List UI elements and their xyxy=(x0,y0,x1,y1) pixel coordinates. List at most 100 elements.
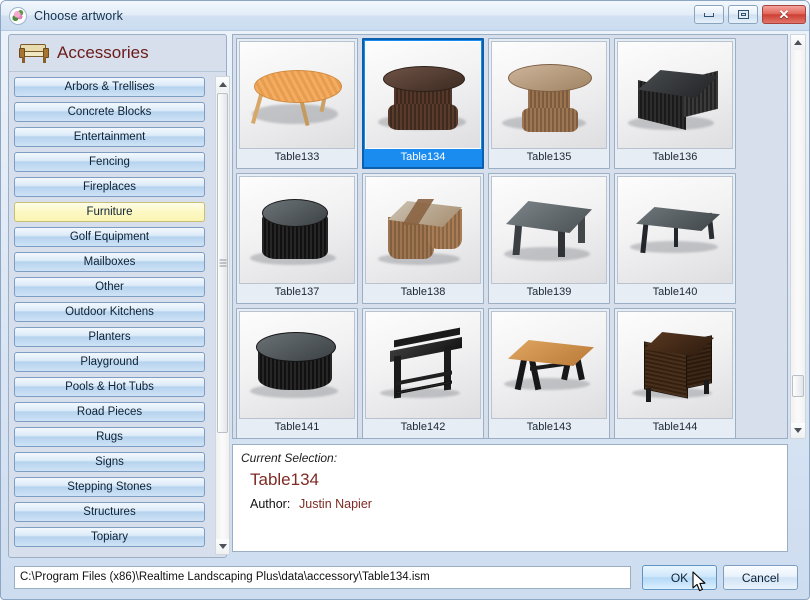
flower-icon xyxy=(9,6,27,25)
minimize-icon xyxy=(704,12,714,17)
black-rect-box-table-art xyxy=(618,42,732,148)
artwork-thumbnail-table134[interactable]: Table134 xyxy=(362,38,484,169)
thumbnail-label: Table141 xyxy=(274,421,320,433)
sidebar-item-stepping-stones[interactable]: Stepping Stones xyxy=(14,477,205,497)
sidebar-item-arbors-trellises[interactable]: Arbors & Trellises xyxy=(14,77,205,97)
tan-wicker-cube-ottoman-art xyxy=(366,177,480,283)
thumbnail-label: Table133 xyxy=(274,151,320,163)
window-controls: ✕ xyxy=(694,5,806,24)
thumbnail-image xyxy=(617,176,733,284)
sofa-icon xyxy=(19,43,49,63)
author-value: Justin Napier xyxy=(299,497,372,511)
thumbnail-image xyxy=(365,41,481,149)
sidebar-item-playground[interactable]: Playground xyxy=(14,352,205,372)
black-oval-ottoman-art xyxy=(240,177,354,283)
category-scroll-down-button[interactable] xyxy=(216,539,229,554)
sidebar-item-entertainment[interactable]: Entertainment xyxy=(14,127,205,147)
thumbnail-label: Table137 xyxy=(274,286,320,298)
grid-scroll-down-button[interactable] xyxy=(791,423,805,438)
grey-stone-coffee-table-art xyxy=(492,177,606,283)
chevron-up-icon xyxy=(794,40,802,45)
category-scroll-up-button[interactable] xyxy=(216,77,229,92)
thumbnail-label: Table139 xyxy=(526,286,572,298)
thumbnail-label: Table138 xyxy=(400,286,446,298)
category-header: Accessories xyxy=(9,35,226,72)
category-panel: Accessories Arbors & Trellises Concrete B… xyxy=(8,34,230,558)
category-title: Accessories xyxy=(57,43,149,62)
grey-long-bench-table-art xyxy=(618,177,732,283)
artwork-thumbnail-table139[interactable]: Table139 xyxy=(488,173,610,304)
sidebar-item-structures[interactable]: Structures xyxy=(14,502,205,522)
sidebar-item-fencing[interactable]: Fencing xyxy=(14,152,205,172)
chevron-down-icon xyxy=(218,544,227,549)
sidebar-item-golf-equipment[interactable]: Golf Equipment xyxy=(14,227,205,247)
grip-icon xyxy=(219,259,226,267)
thumbnail-label: Table144 xyxy=(652,421,698,433)
sidebar-item-topiary[interactable]: Topiary xyxy=(14,527,205,547)
sidebar-item-pools-hot-tubs[interactable]: Pools & Hot Tubs xyxy=(14,377,205,397)
artwork-thumbnail-table140[interactable]: Table140 xyxy=(614,173,736,304)
thumbnail-image xyxy=(239,41,355,149)
close-button[interactable]: ✕ xyxy=(762,5,806,24)
thumbnail-image xyxy=(239,311,355,419)
close-icon: ✕ xyxy=(778,7,790,22)
sidebar-item-fireplaces[interactable]: Fireplaces xyxy=(14,177,205,197)
category-scrollbar-thumb[interactable] xyxy=(217,93,228,433)
artwork-grid-panel: Table133 Table134 Table135 Table136 Table137… xyxy=(232,34,788,439)
artwork-thumbnail-table143[interactable]: Table143 xyxy=(488,308,610,438)
tan-wicker-drum-table-art xyxy=(492,42,606,148)
restore-button[interactable] xyxy=(728,5,758,24)
thumbnail-image xyxy=(491,176,607,284)
artwork-thumbnail-table135[interactable]: Table135 xyxy=(488,38,610,169)
dark-wicker-drum-table-art xyxy=(366,42,480,148)
sidebar-item-signs[interactable]: Signs xyxy=(14,452,205,472)
artwork-grid-scrollbar[interactable] xyxy=(790,34,806,439)
black-console-bar-table-art xyxy=(366,312,480,418)
thumbnail-label: Table142 xyxy=(400,421,446,433)
dark-wood-cabinet-art xyxy=(618,312,732,418)
wood-top-trestle-table-art xyxy=(492,312,606,418)
thumbnail-image xyxy=(491,311,607,419)
thumbnail-image xyxy=(491,41,607,149)
window-title: Choose artwork xyxy=(34,8,123,23)
artwork-thumbnail-table136[interactable]: Table136 xyxy=(614,38,736,169)
grid-scrollbar-thumb[interactable] xyxy=(792,375,804,397)
grid-scroll-up-button[interactable] xyxy=(791,35,805,50)
sidebar-item-rugs[interactable]: Rugs xyxy=(14,427,205,447)
sidebar-item-furniture[interactable]: Furniture xyxy=(14,202,205,222)
title-bar: Choose artwork ✕ xyxy=(1,1,809,31)
black-round-drum-table-art xyxy=(240,312,354,418)
sidebar-item-mailboxes[interactable]: Mailboxes xyxy=(14,252,205,272)
chevron-down-icon xyxy=(794,428,802,433)
category-list: Arbors & Trellises Concrete Blocks Enterta… xyxy=(12,75,207,552)
current-selection-name: Table134 xyxy=(250,470,320,489)
thumbnail-image xyxy=(617,41,733,149)
thumbnail-image xyxy=(365,311,481,419)
ok-button[interactable]: OK xyxy=(642,565,717,590)
thumbnail-image xyxy=(239,176,355,284)
sidebar-item-concrete-blocks[interactable]: Concrete Blocks xyxy=(14,102,205,122)
artwork-thumbnail-table133[interactable]: Table133 xyxy=(236,38,358,169)
artwork-thumbnail-table137[interactable]: Table137 xyxy=(236,173,358,304)
chevron-up-icon xyxy=(218,82,227,87)
thumbnail-image xyxy=(365,176,481,284)
sidebar-item-outdoor-kitchens[interactable]: Outdoor Kitchens xyxy=(14,302,205,322)
thumbnail-label: Table134 xyxy=(400,151,446,163)
thumbnail-image xyxy=(617,311,733,419)
artwork-thumbnail-table142[interactable]: Table142 xyxy=(362,308,484,438)
artwork-thumbnail-table144[interactable]: Table144 xyxy=(614,308,736,438)
current-selection-panel: Current Selection: Table134 Author: Just… xyxy=(232,444,788,552)
sidebar-item-planters[interactable]: Planters xyxy=(14,327,205,347)
artwork-thumbnail-table138[interactable]: Table138 xyxy=(362,173,484,304)
category-scrollbar[interactable] xyxy=(215,76,230,555)
thumbnail-label: Table140 xyxy=(652,286,698,298)
thumbnail-label: Table135 xyxy=(526,151,572,163)
restore-icon xyxy=(737,10,749,19)
minimize-button[interactable] xyxy=(694,5,724,24)
cancel-button[interactable]: Cancel xyxy=(723,565,798,590)
file-path-field[interactable]: C:\Program Files (x86)\Realtime Landscap… xyxy=(14,566,631,589)
artwork-thumbnail-table141[interactable]: Table141 xyxy=(236,308,358,438)
thumbnail-label: Table136 xyxy=(652,151,698,163)
sidebar-item-road-pieces[interactable]: Road Pieces xyxy=(14,402,205,422)
sidebar-item-other[interactable]: Other xyxy=(14,277,205,297)
